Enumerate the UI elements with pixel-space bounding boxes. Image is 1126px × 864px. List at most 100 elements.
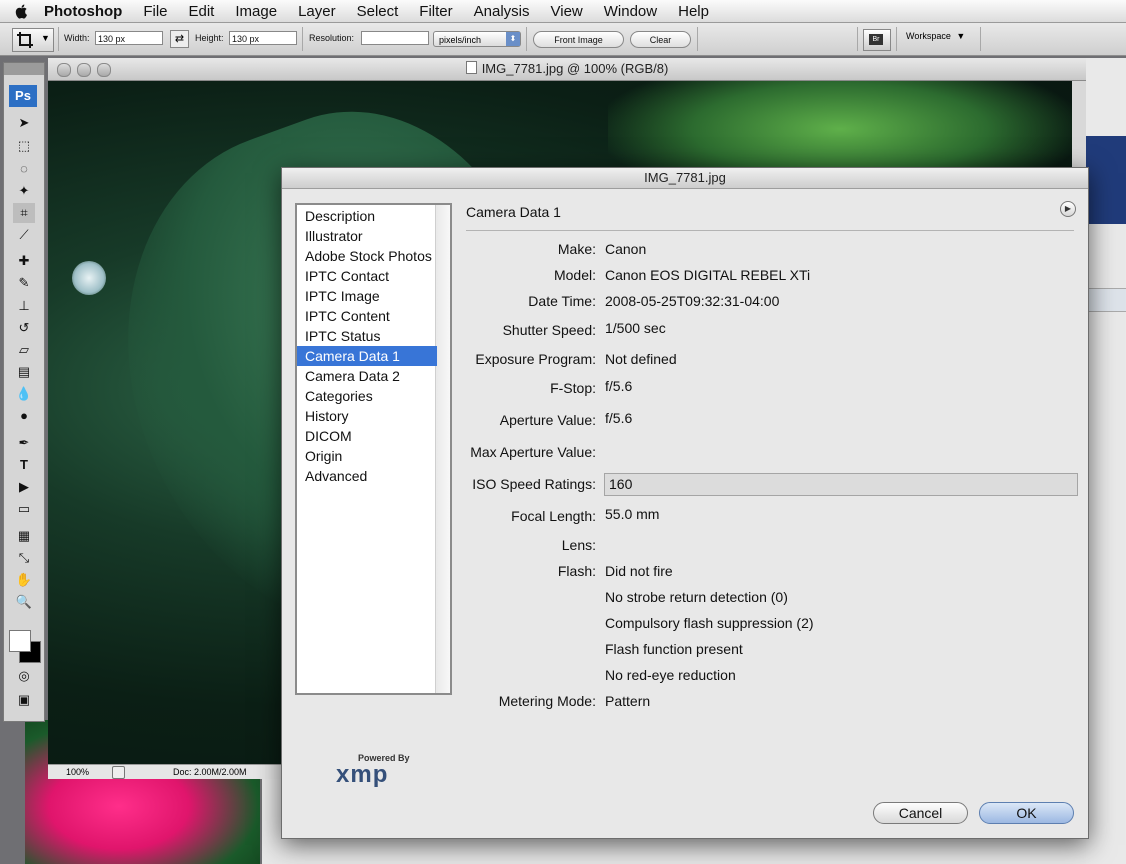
date-time-value: 2008-05-25T09:32:31-04:00 [605, 293, 780, 309]
menu-file[interactable]: File [143, 3, 167, 20]
resolution-unit-value: pixels/inch [439, 35, 482, 45]
pane-divider [466, 230, 1074, 231]
menu-bar: Photoshop File Edit Image Layer Select F… [0, 0, 1126, 23]
shape-tool-icon[interactable]: ▭ [13, 499, 35, 519]
menu-window[interactable]: Window [604, 3, 657, 20]
menu-edit[interactable]: Edit [189, 3, 215, 20]
resolution-label: Resolution: [309, 33, 355, 43]
menu-select[interactable]: Select [357, 3, 399, 20]
flash-value-line: Compulsory flash suppression (2) [605, 615, 814, 631]
menu-app-photoshop[interactable]: Photoshop [44, 3, 122, 20]
close-window-icon[interactable] [57, 63, 71, 77]
document-file-icon [465, 61, 477, 74]
bridge-icon[interactable]: Br [863, 29, 891, 51]
slice-tool-icon[interactable]: ⟋ [13, 225, 35, 245]
model-label: Model: [553, 267, 596, 283]
exposure-program-label: Exposure Program: [475, 351, 596, 367]
hand-tool-icon[interactable]: ✋ [13, 570, 35, 590]
document-size: Doc: 2.00M/2.00M [173, 767, 247, 777]
updown-arrows-icon: ⬍ [506, 32, 520, 46]
menu-layer[interactable]: Layer [298, 3, 336, 20]
front-image-button[interactable]: Front Image [533, 31, 624, 48]
eyedropper-tool-icon[interactable]: ⤡ [13, 548, 35, 568]
pen-tool-icon[interactable]: ✒ [13, 433, 35, 453]
water-drop-highlight [72, 261, 106, 295]
zoom-level[interactable]: 100% [66, 765, 89, 779]
file-info-dialog: IMG_7781.jpg Description Illustrator Ado… [281, 167, 1089, 839]
marquee-tool-icon[interactable]: ⬚ [13, 136, 35, 156]
notes-tool-icon[interactable]: ▦ [13, 526, 35, 546]
foreground-color-swatch[interactable] [9, 630, 31, 652]
options-bar: ▼ Width: 130 px ⇄ Height: 130 px Resolut… [0, 23, 1126, 56]
blur-tool-icon[interactable]: 💧 [13, 384, 35, 404]
metering-mode-value: Pattern [605, 693, 651, 709]
quick-mask-icon[interactable]: ◎ [13, 666, 35, 686]
move-tool-icon[interactable]: ➤ [13, 113, 35, 133]
workspace-menu[interactable]: Workspace ▼ [906, 31, 965, 41]
zoom-tool-icon[interactable]: 🔍 [13, 592, 35, 612]
iso-speed-label: ISO Speed Ratings: [472, 476, 596, 492]
category-dicom[interactable]: DICOM [297, 426, 437, 446]
history-brush-tool-icon[interactable]: ↺ [13, 318, 35, 338]
tools-panel-header[interactable] [4, 63, 44, 75]
zoom-window-icon[interactable] [97, 63, 111, 77]
background-tab [1086, 288, 1126, 312]
flash-value-line: Did not fire [605, 563, 673, 579]
menu-image[interactable]: Image [235, 3, 277, 20]
brush-tool-icon[interactable]: ✎ [13, 273, 35, 293]
eraser-tool-icon[interactable]: ▱ [13, 340, 35, 360]
status-menu-icon[interactable] [112, 766, 125, 779]
healing-brush-tool-icon[interactable]: ✚ [13, 251, 35, 271]
clear-button[interactable]: Clear [630, 31, 691, 48]
document-title: IMG_7781.jpg @ 100% (RGB/8) [481, 61, 669, 76]
gradient-tool-icon[interactable]: ▤ [13, 362, 35, 382]
ok-button[interactable]: OK [979, 802, 1074, 824]
xmp-logo: Powered By xmp [336, 753, 416, 788]
lasso-tool-icon[interactable]: ◌ [13, 159, 35, 179]
menu-analysis[interactable]: Analysis [474, 3, 530, 20]
aperture-value-label: Aperture Value: [499, 412, 596, 428]
shutter-speed-value: 1/500 sec [605, 320, 666, 336]
type-tool-icon[interactable]: T [13, 455, 35, 475]
minimize-window-icon[interactable] [77, 63, 91, 77]
make-label: Make: [557, 241, 596, 257]
max-aperture-label: Max Aperture Value: [470, 444, 596, 460]
cancel-button[interactable]: Cancel [873, 802, 968, 824]
f-stop-value: f/5.6 [605, 378, 633, 394]
aperture-value: f/5.6 [605, 410, 633, 426]
swap-dimensions-icon[interactable]: ⇄ [170, 30, 189, 48]
height-field[interactable]: 130 px [229, 31, 297, 45]
dialog-title[interactable]: IMG_7781.jpg [282, 168, 1088, 189]
clone-stamp-tool-icon[interactable]: ⊥ [13, 296, 35, 316]
crop-tool-icon[interactable]: ⌗ [13, 203, 35, 223]
menu-help[interactable]: Help [678, 3, 709, 20]
panel-menu-icon[interactable]: ▶ [1060, 201, 1076, 217]
height-label: Height: [195, 33, 224, 43]
dodge-tool-icon[interactable]: ● [13, 406, 35, 426]
width-field[interactable]: 130 px [95, 31, 163, 45]
focal-length-label: Focal Length: [511, 508, 596, 524]
screen-mode-icon[interactable]: ▣ [13, 690, 35, 710]
focal-length-value: 55.0 mm [605, 506, 660, 522]
shutter-speed-label: Shutter Speed: [502, 322, 596, 338]
category-description[interactable]: Description [297, 206, 437, 226]
crop-tool-preset-picker[interactable]: ▼ [12, 28, 54, 52]
menu-view[interactable]: View [551, 3, 583, 20]
flash-label: Flash: [557, 563, 596, 579]
menu-filter[interactable]: Filter [419, 3, 452, 20]
iso-speed-field[interactable]: 160 [604, 473, 1078, 496]
crop-icon [17, 32, 33, 48]
width-label: Width: [64, 33, 90, 43]
resolution-field[interactable] [361, 31, 429, 45]
lens-label: Lens: [561, 537, 596, 553]
xmp-logo-text: xmp [336, 761, 389, 788]
resolution-unit-select[interactable]: pixels/inch ⬍ [433, 31, 521, 47]
apple-icon[interactable] [14, 3, 30, 19]
flash-value-line: No strobe return detection (0) [605, 589, 788, 605]
ps-logo[interactable]: Ps [9, 85, 37, 107]
path-selection-tool-icon[interactable]: ▶ [13, 477, 35, 497]
tools-panel: Ps ➤ ⬚ ◌ ✦ ⌗ ⟋ ✚ ✎ ⊥ ↺ ▱ ▤ 💧 ● ✒ T ▶ ▭ ▦… [3, 62, 45, 722]
magic-wand-tool-icon[interactable]: ✦ [13, 181, 35, 201]
date-time-label: Date Time: [528, 293, 596, 309]
document-title-bar[interactable]: IMG_7781.jpg @ 100% (RGB/8) [48, 58, 1086, 81]
